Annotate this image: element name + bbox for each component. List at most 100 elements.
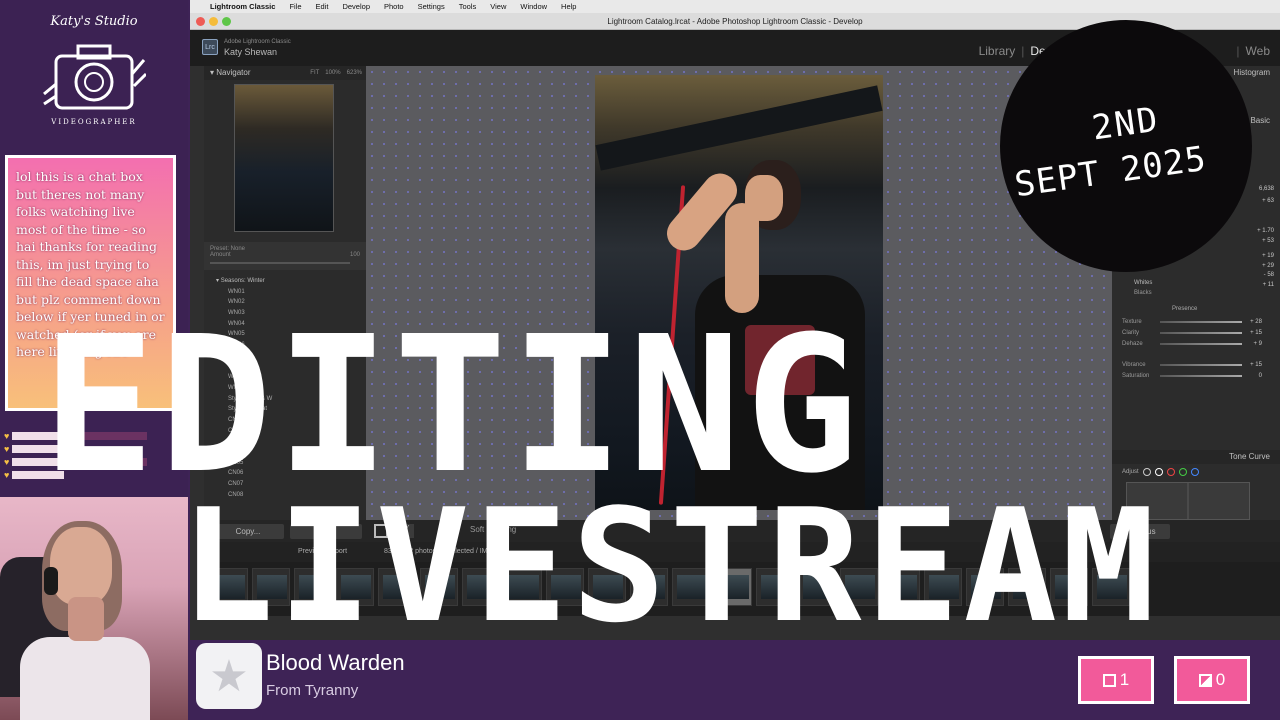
filmstrip-thumbnail[interactable] [1050,568,1088,606]
menu-develop[interactable]: Develop [342,2,370,11]
filmstrip-thumbnail[interactable] [336,568,374,606]
basic-label[interactable]: Basic [1250,116,1270,125]
filmstrip-thumbnail[interactable] [1008,568,1046,606]
preset-amount-slider[interactable] [210,262,350,264]
preset-item[interactable]: WN03 [210,308,360,319]
filmstrip-thumbnail[interactable] [630,568,668,606]
menu-tools[interactable]: Tools [459,2,477,11]
thumbnail-image [1055,575,1085,599]
close-window-button[interactable] [196,17,205,26]
filmstrip-thumbnail[interactable] [966,568,1004,606]
menu-photo[interactable]: Photo [384,2,404,11]
filmstrip-thumbnail[interactable] [756,568,794,606]
dislike-button[interactable]: 0 [1174,656,1250,704]
filmstrip-thumbnail[interactable] [378,568,416,606]
preset-list: ▾ Seasons: Winter WN01 WN02 WN03 WN04 WN05 WN… [210,276,360,516]
preset-item[interactable]: WN06 [210,340,360,351]
tone-curve-graph[interactable] [1126,482,1250,520]
preset-item[interactable]: CN08 [210,490,360,501]
menu-help[interactable]: Help [561,2,576,11]
preset-item[interactable]: WN10 [210,383,360,394]
histogram-label[interactable]: Histogram [1234,68,1270,77]
filmstrip-thumbnail[interactable] [252,568,290,606]
preset-item[interactable]: WN01 [210,287,360,298]
zoom-custom[interactable]: 623% [347,66,362,80]
menu-file[interactable]: File [289,2,301,11]
soft-proofing-toggle[interactable]: Soft Proofing [470,525,516,534]
zoom-100[interactable]: 100% [325,66,340,80]
preset-item[interactable]: CN07 [210,479,360,490]
heart-icon: ♥ [4,456,10,467]
menu-window[interactable]: Window [520,2,547,11]
menu-app-name[interactable]: Lightroom Classic [210,2,275,11]
menu-edit[interactable]: Edit [316,2,329,11]
date-badge-day: 2ND [1089,99,1162,149]
thumbnail-image [761,575,791,599]
maximize-window-button[interactable] [222,17,231,26]
presence-slider-row[interactable]: Vibrance + 15 [1122,359,1262,370]
presence-slider-row[interactable]: Saturation 0 [1122,370,1262,381]
blue-channel-icon[interactable] [1190,468,1199,476]
like-button[interactable]: 1 [1078,656,1154,704]
filmstrip-thumbnail[interactable] [294,568,332,606]
filmstrip-thumbnail[interactable] [462,568,500,606]
previous-import-label[interactable]: Previous Import [298,548,347,555]
filmstrip-thumbnail[interactable] [210,568,248,606]
filmstrip-thumbnail[interactable] [546,568,584,606]
preset-item[interactable]: WN07 [210,351,360,362]
preset-item[interactable]: CN02 [210,426,360,437]
filmstrip-thumbnail[interactable] [1092,568,1130,606]
preset-item[interactable]: WN08 [210,362,360,373]
filmstrip-thumbnail[interactable] [882,568,920,606]
paste-settings-button[interactable]: Paste [290,524,362,539]
filmstrip-thumbnail[interactable] [420,568,458,606]
filmstrip-thumbnail[interactable] [924,568,962,606]
slider-track[interactable] [1160,342,1242,345]
slider-track[interactable] [1160,331,1242,334]
module-library[interactable]: Library [979,44,1016,58]
filmstrip-thumbnail[interactable] [588,568,626,606]
minimize-window-button[interactable] [209,17,218,26]
green-channel-icon[interactable] [1178,468,1187,476]
slider-track[interactable] [1160,374,1242,377]
preset-group[interactable]: ▾ Seasons: Winter [210,276,360,287]
slider-label: Clarity [1122,329,1140,336]
preset-item[interactable]: WN04 [210,319,360,330]
previous-settings-button[interactable]: Previous [1110,524,1170,539]
rgb-channel-icon[interactable] [1154,468,1163,476]
preset-item[interactable]: WN09 [210,372,360,383]
preset-item[interactable]: CN06 [210,468,360,479]
main-photo[interactable] [595,75,883,510]
module-web[interactable]: Web [1246,44,1270,58]
red-channel-icon[interactable] [1166,468,1175,476]
preset-item[interactable]: CN01 [210,415,360,426]
heart-icon: ♥ [4,469,10,480]
before-after-icon[interactable]: YY [394,524,414,538]
loupe-view-icon[interactable] [374,524,388,538]
presence-slider-row[interactable]: Clarity + 15 [1122,327,1262,338]
presence-slider-row[interactable]: Texture + 28 [1122,316,1262,327]
preset-item[interactable]: CN03 [210,436,360,447]
navigator-preview[interactable] [234,84,334,232]
preset-item[interactable]: Style: Cinemat [210,404,360,415]
preset-item[interactable]: WN05 [210,329,360,340]
filmstrip-thumbnail[interactable] [504,568,542,606]
point-curve-icon[interactable] [1142,468,1151,476]
filmstrip-thumbnail[interactable] [672,568,710,606]
filmstrip-thumbnail[interactable] [714,568,752,606]
presence-slider-row[interactable]: Dehaze + 9 [1122,338,1262,349]
zoom-fit[interactable]: FIT [310,66,319,80]
filmstrip-thumbnail[interactable] [840,568,878,606]
preset-item[interactable]: WN02 [210,297,360,308]
slider-track[interactable] [1160,363,1242,366]
menu-view[interactable]: View [490,2,506,11]
copy-settings-button[interactable]: Copy... [212,524,284,539]
slider-track[interactable] [1160,320,1242,323]
left-panel: ▾ Navigator FIT 100% 623% Preset: None A… [204,66,366,520]
preset-item[interactable]: CN04 [210,447,360,458]
tone-curve-header[interactable]: Tone Curve [1112,450,1280,464]
filmstrip-thumbnail[interactable] [798,568,836,606]
preset-item[interactable]: Style: Black & W [210,394,360,405]
menu-settings[interactable]: Settings [418,2,445,11]
preset-item[interactable]: CN05 [210,458,360,469]
